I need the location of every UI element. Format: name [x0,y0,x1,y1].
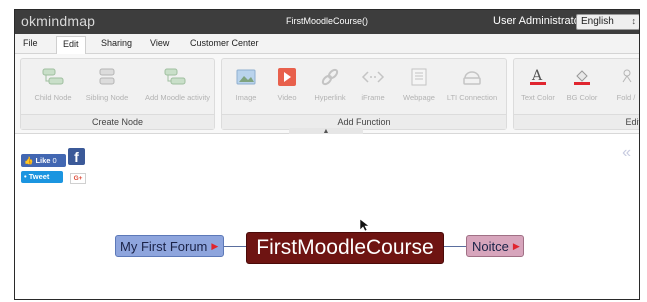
title-bar: okmindmap FirstMoodleCourse() User Admin… [15,10,639,34]
group-label-add-function: Add Function [222,114,506,129]
moodle-activity-icon [164,68,186,85]
menu-bar: File Edit Sharing View Customer Center [15,34,639,54]
thumbs-up-icon: 👍 [24,156,34,165]
double-chevron-left-icon[interactable]: « [622,144,631,162]
tweet-button[interactable]: • Tweet [21,171,63,183]
like-count: 0 [52,156,57,165]
webpage-icon [411,68,427,86]
twitter-bird-icon: • [24,172,27,181]
webpage-label: Webpage [403,93,435,102]
facebook-like-button[interactable]: 👍 Like 0 [21,154,66,167]
lti-connection-icon [463,71,481,85]
sibling-node-icon [99,68,115,85]
node-label: My First Forum [120,239,208,254]
root-node[interactable]: FirstMoodleCourse [246,232,444,264]
language-value: English [581,16,614,27]
group-label-create-node: Create Node [21,114,214,129]
child-node-label: Child Node [34,93,72,102]
child-node-button[interactable]: Child Node [23,67,83,102]
lti-connection-button[interactable]: LTI Connection [442,67,502,102]
add-moodle-activity-label: Add Moodle activity [145,93,211,102]
group-create-node: Child Node Sibling Node Add Moodle activ… [20,58,215,130]
tab-view[interactable]: View [150,38,169,48]
add-moodle-activity-button[interactable]: Add Moodle activity [145,67,211,102]
mindmap-canvas[interactable]: 👍 Like 0 f • Tweet G+ « My First Forum ▶ … [15,134,639,299]
facebook-icon[interactable]: f [68,148,85,165]
group-add-function: Image Video Hyperlink iFrame Webpage LTI… [221,58,507,130]
node-label: Noitce [472,239,509,254]
webpage-button[interactable]: Webpage [389,67,449,102]
image-icon [236,69,256,85]
fold-indicator-icon[interactable]: ▶ [513,241,520,251]
app-window: okmindmap FirstMoodleCourse() User Admin… [14,9,640,300]
iframe-icon [361,71,385,83]
svg-text:A: A [531,68,543,84]
sibling-node-label: Sibling Node [85,93,129,102]
select-arrows-icon: ↕ [631,16,637,26]
tab-customer-center[interactable]: Customer Center [190,38,259,48]
mouse-pointer-icon [359,218,369,232]
hyperlink-icon [321,68,339,86]
child-node-icon [42,68,64,85]
node-my-first-forum[interactable]: My First Forum ▶ [115,235,224,257]
tab-file[interactable]: File [23,38,38,48]
group-label-edit-node: Edit N [514,114,639,129]
tweet-label: Tweet [28,172,50,181]
google-plus-button[interactable]: G+ [70,173,86,184]
lti-connection-label: LTI Connection [446,93,498,102]
connector-right [444,246,466,247]
language-select[interactable]: English ↕ [576,14,639,30]
ribbon-toolbar: Child Node Sibling Node Add Moodle activ… [15,54,639,134]
group-edit-node: A Text Color BG Color Fold / Edit N [513,58,639,130]
fold-indicator-icon[interactable]: ▶ [211,241,218,251]
fold-button[interactable]: Fold / [596,67,639,102]
tab-edit[interactable]: Edit [56,36,86,54]
node-noitce[interactable]: Noitce ▶ [466,235,524,257]
like-label: Like [35,156,51,165]
fold-label: Fold / [616,93,636,102]
sibling-node-button[interactable]: Sibling Node [77,67,137,102]
connector-left [224,246,246,247]
video-icon [278,68,296,86]
paint-bucket-icon [574,70,590,85]
fold-icon [622,69,632,83]
tab-sharing[interactable]: Sharing [101,38,132,48]
text-color-icon: A [530,68,546,85]
user-name[interactable]: User Administrator [493,15,583,27]
